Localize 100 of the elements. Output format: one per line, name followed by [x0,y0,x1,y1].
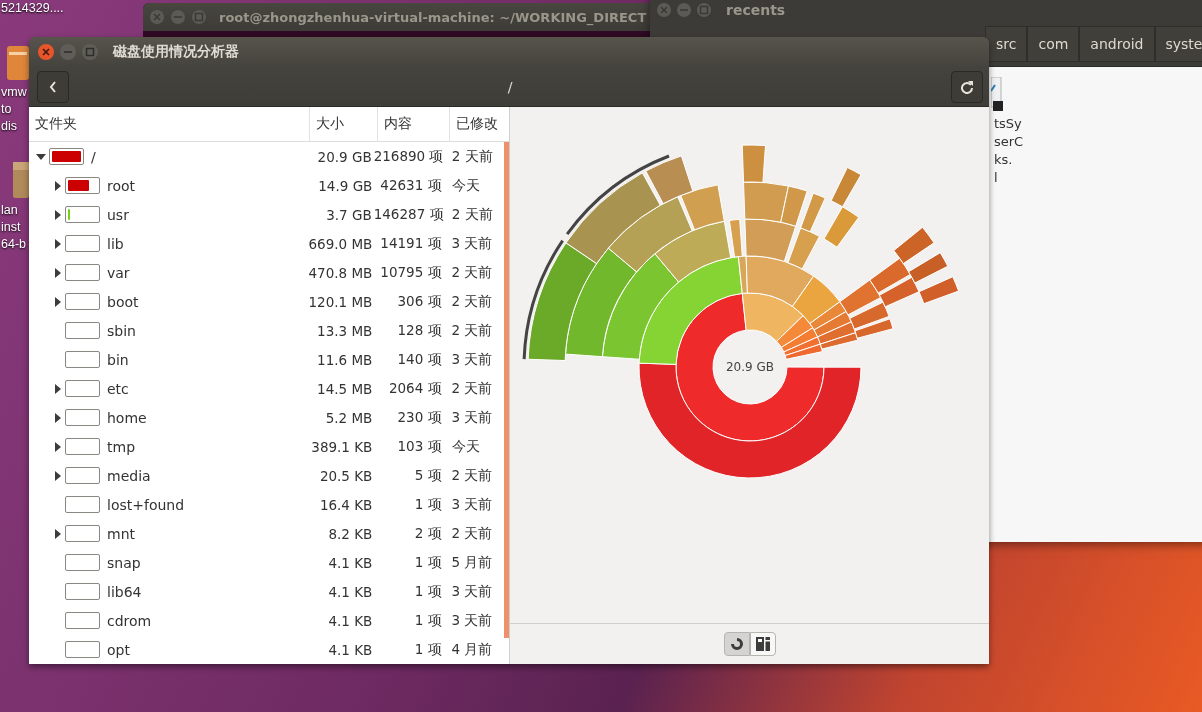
size-cell-text: 20.5 KB [318,467,374,484]
modified-cell-text: 2 天前 [450,466,494,485]
modified-cell-text: 3 天前 [450,350,494,369]
expander-icon[interactable] [53,267,61,278]
back-button[interactable] [37,70,69,103]
usage-bar [65,525,100,542]
path-segment-button[interactable]: com [1027,26,1080,62]
usage-bar [65,235,100,252]
expander-icon[interactable] [53,180,61,191]
size-cell-text: 14.9 GB [317,177,374,194]
size-cell-text: 5.2 MB [324,409,374,426]
modified-cell-text: 3 天前 [450,611,494,630]
folder-name: bin [107,351,129,368]
modified-cell-text: 2 天前 [450,147,494,166]
size-cell-text: 16.4 KB [318,496,374,513]
usage-bar [65,583,100,600]
folder-name: lib64 [107,583,142,600]
usage-bar [65,264,100,281]
expander-icon[interactable] [53,209,61,220]
folder-name: lib [107,235,124,252]
modified-cell-text: 3 天前 [450,234,494,253]
contents-cell-text: 1 项 [413,582,443,601]
modified-cell-text: 3 天前 [450,495,494,514]
modified-cell-text: 3 天前 [450,582,494,601]
folder-name: etc [107,380,129,397]
scrollbar[interactable] [504,142,509,638]
folder-icon[interactable] [7,44,29,80]
expander-icon[interactable] [53,383,61,394]
size-cell-text: 4.1 KB [327,583,374,600]
expander-icon[interactable] [53,412,61,423]
folder-name: lost+found [107,496,185,513]
modified-cell-text: 今天 [450,437,481,456]
contents-cell-text: 10795 项 [379,263,443,282]
size-cell-text: 4.1 KB [327,641,374,658]
contents-cell-text: 2 项 [413,524,443,543]
modified-cell-text: 2 天前 [450,205,494,224]
modified-cell-text: 3 天前 [450,408,494,427]
refresh-button[interactable] [951,70,983,103]
usage-bar [65,467,100,484]
usage-bar [65,322,100,339]
column-header[interactable]: 内容 [378,107,450,141]
modified-cell-text: 5 月前 [450,553,494,572]
expander-icon[interactable] [36,152,46,161]
sunburst-drawing[interactable] [522,144,960,479]
folder-name: var [107,264,130,281]
modified-cell-text: 2 天前 [450,379,494,398]
view-toggle-button[interactable] [724,632,750,656]
ring-chart-icon [730,637,744,651]
back-icon [48,79,58,94]
contents-cell-text: 1 项 [413,611,443,630]
column-header[interactable]: 已修改 [450,107,509,141]
folder-name: snap [107,554,141,571]
modified-cell-text: 4 月前 [450,640,494,659]
column-header[interactable]: 大小 [310,107,378,141]
path-segment-button[interactable]: android [1079,26,1155,62]
contents-cell-text: 14191 项 [379,234,443,253]
usage-bar [65,612,100,629]
size-cell-text: 470.8 MB [307,264,374,281]
size-cell-text: 11.6 MB [316,351,374,368]
modified-cell-text: 2 天前 [450,292,494,311]
expander-icon[interactable] [53,296,61,307]
usage-bar [65,641,100,658]
desktop-icon-label[interactable]: vmw to dis [1,84,27,135]
folder-name: sbin [107,322,136,339]
desktop-icon-label[interactable]: 5214329.... [1,0,64,17]
usage-bar [65,554,100,571]
expander-icon[interactable] [53,441,61,452]
path-segment-button[interactable]: src [985,26,1028,62]
folder-name: root [107,177,136,194]
size-cell-text: 120.1 MB [307,293,374,310]
modified-cell-text: 今天 [450,176,481,195]
folder-name: cdrom [107,612,152,629]
usage-bar [65,380,100,397]
folder-name: tmp [107,438,135,455]
contents-cell-text: 103 项 [396,437,443,456]
contents-cell-text: 1 项 [413,553,443,572]
size-cell-text: 13.3 MB [316,322,374,339]
window-controls-icon[interactable] [37,43,99,61]
contents-cell-text: 128 项 [396,321,443,340]
desktop-icon-label[interactable]: lan inst 64-b [1,202,27,253]
column-header[interactable]: 文件夹 [29,107,310,141]
view-toggle-button[interactable] [750,632,776,656]
usage-bar [65,438,100,455]
size-cell-text: 8.2 KB [327,525,374,542]
file-shortcut-icon[interactable] [991,77,1003,111]
size-cell-text: 3.7 GB [325,206,373,223]
expander-icon[interactable] [53,528,61,539]
location-label: / [507,78,513,95]
path-segment-button[interactable]: syste [1154,26,1202,62]
terminal-title: root@zhongzhenhua-virtual-machine: ~/WORKING_DIRECT [219,9,647,25]
folder-name: opt [107,641,130,658]
folder-name: media [107,467,151,484]
size-cell-text: 4.1 KB [327,612,374,629]
file-name-label[interactable]: tsSy serC ks. l [994,115,1024,187]
expander-icon[interactable] [53,238,61,249]
usage-bar [65,351,100,368]
file-manager-title: recents [726,2,786,18]
contents-cell-text: 230 项 [396,408,443,427]
modified-cell-text: 2 天前 [450,524,494,543]
expander-icon[interactable] [53,470,61,481]
